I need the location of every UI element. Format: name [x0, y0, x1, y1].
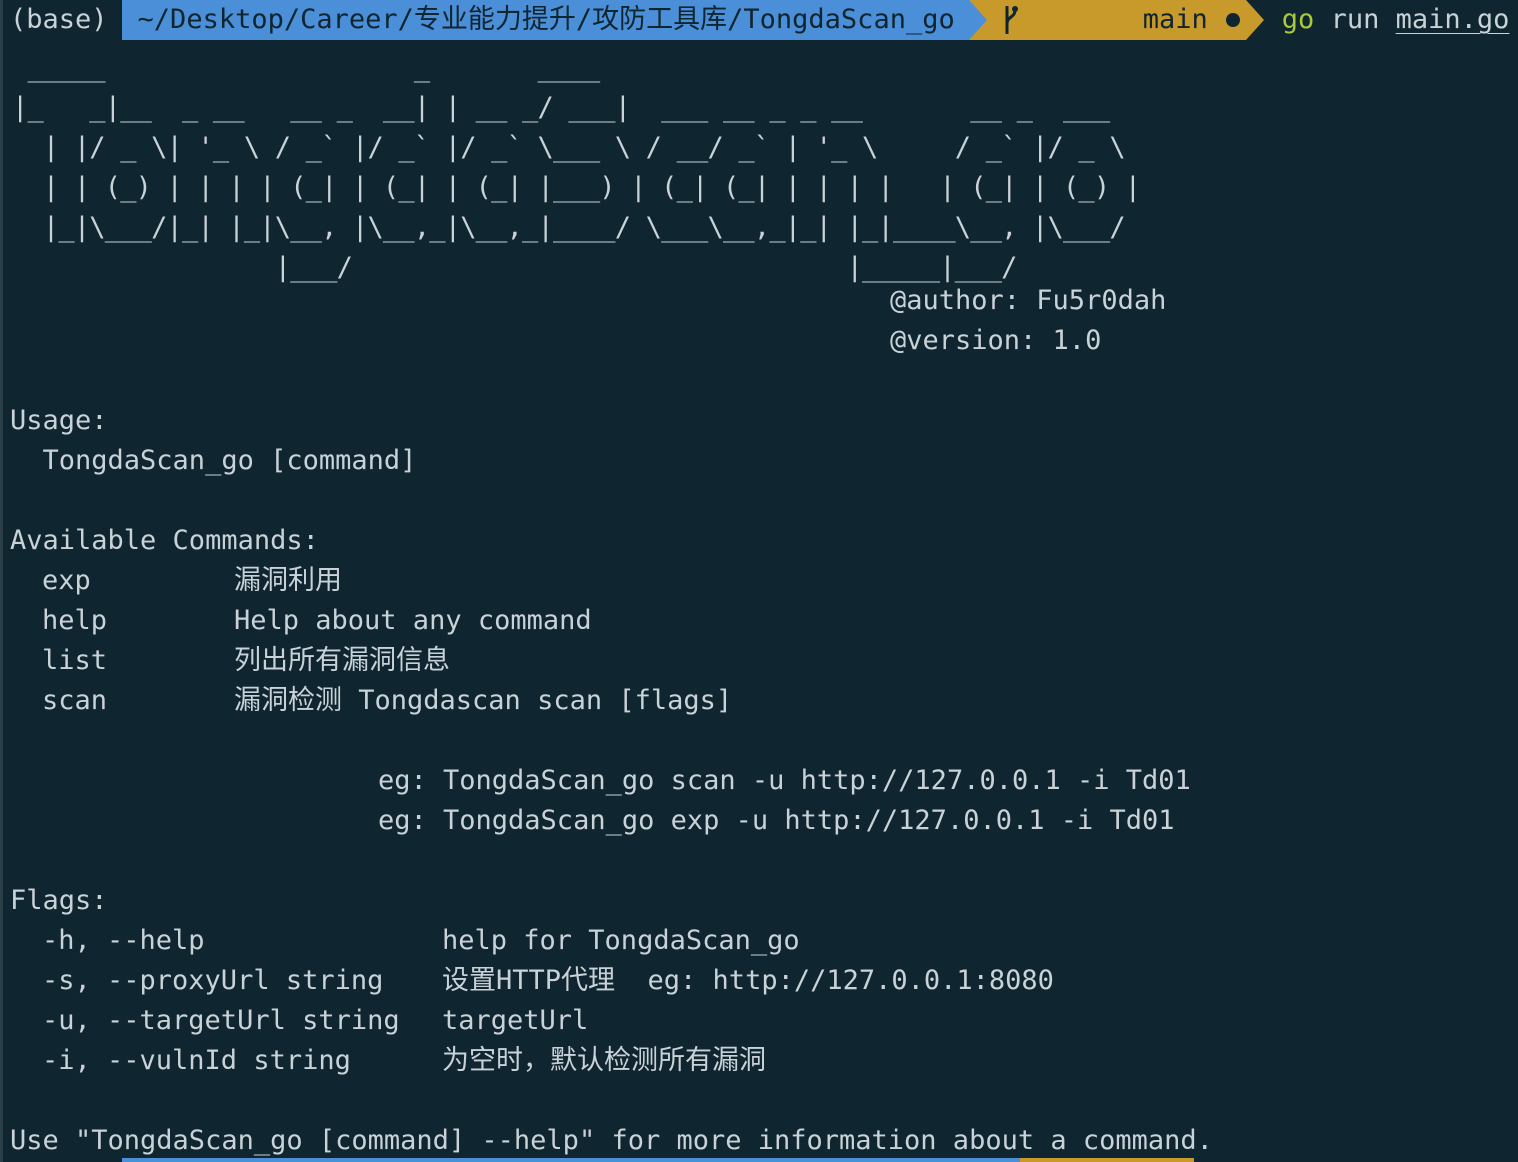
- author-line: @author: Fu5r0dah: [890, 285, 1167, 316]
- cwd-path: ~/Desktop/Career/专业能力提升/攻防工具库/TongdaScan…: [121, 0, 969, 40]
- commands-header: Available Commands:: [10, 525, 319, 556]
- command-name-scan: scan: [42, 685, 108, 716]
- command-desc-scan: 漏洞检测 Tongdascan scan [flags]: [234, 685, 733, 716]
- command-argument: main.go: [1395, 4, 1510, 35]
- flag-name-vulnid: -i, --vulnId string: [42, 1045, 351, 1076]
- flag-name-target: -u, --targetUrl string: [42, 1005, 400, 1036]
- flag-desc-vulnid: 为空时，默认检测所有漏洞: [442, 1045, 766, 1076]
- git-status-segment: main: [986, 0, 1246, 40]
- window-edge: [0, 0, 3, 1162]
- usage-header: Usage:: [10, 405, 108, 436]
- command-line[interactable]: go run main.go: [1264, 0, 1510, 40]
- help-footer: Use "TongdaScan_go [command] --help" for…: [10, 1125, 1213, 1156]
- command-desc-exp: 漏洞利用: [234, 565, 342, 596]
- command-name-list: list: [42, 645, 108, 676]
- next-prompt-git-segment: [1020, 1158, 1194, 1162]
- command-name: go: [1281, 4, 1315, 35]
- command-desc-list: 列出所有漏洞信息: [234, 645, 450, 676]
- flag-desc-proxy: 设置HTTP代理 eg: http://127.0.0.1:8080: [442, 965, 1054, 996]
- example-scan: eg: TongdaScan_go scan -u http://127.0.0…: [378, 765, 1191, 796]
- flag-name-proxy: -s, --proxyUrl string: [42, 965, 384, 996]
- flag-desc-target: targetUrl: [442, 1005, 589, 1036]
- example-exp: eg: TongdaScan_go exp -u http://127.0.0.…: [378, 805, 1175, 836]
- usage-line: TongdaScan_go [command]: [10, 445, 417, 476]
- flag-desc-help: help for TongdaScan_go: [442, 925, 800, 956]
- powerline-separator: [968, 0, 987, 40]
- command-name-exp: exp: [42, 565, 91, 596]
- command-subcommand: run: [1330, 4, 1380, 35]
- terminal-window[interactable]: (base) ~/Desktop/Career/专业能力提升/攻防工具库/Ton…: [0, 0, 1518, 1162]
- command-desc-help: Help about any command: [234, 605, 592, 636]
- flag-name-help: -h, --help: [42, 925, 205, 956]
- ascii-banner: _____ _ ____ |_ _|__ _ __ __ _ __| | __ …: [12, 52, 1141, 283]
- command-name-help: help: [42, 605, 108, 636]
- conda-env-label: (base): [10, 4, 108, 35]
- flags-header: Flags:: [10, 885, 108, 916]
- version-line: @version: 1.0: [890, 325, 1102, 356]
- shell-prompt: (base) ~/Desktop/Career/专业能力提升/攻防工具库/Ton…: [0, 0, 1509, 40]
- dirty-indicator-icon: [1225, 13, 1240, 27]
- powerline-separator-end: [1245, 0, 1264, 40]
- git-branch-name: main: [1142, 4, 1208, 35]
